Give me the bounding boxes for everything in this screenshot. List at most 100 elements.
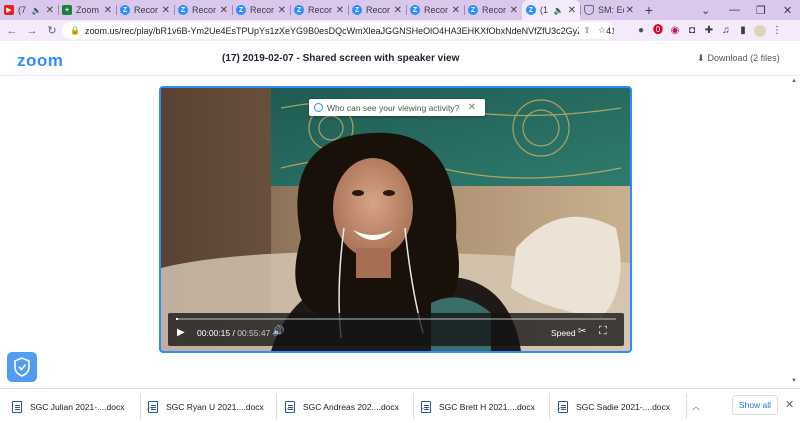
word-doc-icon [558,400,568,413]
download-bar: Show all ✕ SGC Julian 2021-....docx ︿ SGC … [0,388,800,423]
new-tab-button[interactable]: + [638,0,660,20]
download-separator [276,394,277,419]
speed-button[interactable]: Speed [551,328,576,338]
menu-kebab-icon[interactable]: ⋮ [771,25,783,37]
tab-close-icon[interactable]: ✕ [452,5,460,16]
zoom-icon: Z [410,5,420,15]
tab-label: Recor [250,5,275,15]
scroll-down-arrow[interactable]: ▼ [791,378,797,384]
chevron-up-icon[interactable]: ︿ [692,401,700,412]
download-item[interactable]: SGC Brett H 2021....docx ︿ [421,389,565,423]
extensions-bar: ● ⓿ ◉ ◘ ✚ ♫ ▮ ⋮ [630,20,783,41]
volume-icon[interactable]: 🔊 [272,326,284,337]
fullscreen-icon[interactable]: ⛶ [599,325,607,338]
show-all-button[interactable]: Show all [732,395,778,415]
download-filename: SGC Julian 2021-....docx [30,401,125,412]
download-button[interactable]: ⬇ Download (2 files) [697,53,780,64]
back-icon[interactable]: ← [4,25,20,37]
tab-close-icon[interactable]: ✕ [104,5,112,16]
tab-label: Zoom [76,5,100,15]
download-item[interactable]: SGC Sadie 2021-....docx ︿ [558,389,700,423]
download-filename: SGC Brett H 2021....docx [439,401,535,412]
zoom-logo[interactable]: zoom [17,51,63,71]
url-text: zoom.us/rec/play/bR1v6B-Ym2Ue4EsTPUpYs1z… [84,25,614,36]
browser-tab[interactable]: Z Recor ✕ [290,0,348,20]
media-control-icon[interactable]: ♫ [720,25,732,37]
progress-bar[interactable] [176,318,616,320]
word-doc-icon [285,400,295,413]
side-panel-icon[interactable]: ▮ [737,25,749,37]
tab-close-icon[interactable]: ✕ [626,5,634,16]
browser-tab[interactable]: SM: Ec✕ [580,0,638,20]
extension-camera-icon[interactable]: ◉ [669,25,681,37]
tab-label: Recor [366,5,391,15]
tab-close-icon[interactable]: ✕ [336,5,344,16]
reload-icon[interactable]: ↻ [44,24,60,37]
browser-tab[interactable]: + Zoom ✕ [58,0,116,20]
page-header: zoom (17) 2019-02-07 - Shared screen wit… [0,41,800,76]
video-player[interactable]: Who can see your viewing activity? ✕ ▶ 0… [159,86,632,353]
viewer-info-icon [314,103,323,112]
browser-tab[interactable]: Z Recor ✕ [232,0,290,20]
lock-icon[interactable]: 🔒 [70,26,80,35]
tab-label: (7 [18,5,27,15]
download-item[interactable]: SGC Andreas 202....docx ︿ [285,389,429,423]
tab-label: Recor [482,5,507,15]
bookmark-star-icon[interactable]: ☆ [598,25,606,36]
tab-label: Recor [192,5,217,15]
zoom-icon: Z [236,5,246,15]
tab-strip: ▶ (7 🔈 ✕ + Zoom ✕ Z Recor ✕ Z Recor ✕ Z Recor ✕ Z Recor ✕ Z… [0,0,800,20]
download-separator [686,394,687,419]
word-doc-icon [148,400,158,413]
tooltip-close-icon[interactable]: ✕ [468,102,476,113]
minimize-icon[interactable]: — [729,0,740,20]
browser-tab[interactable]: Z Recor ✕ [348,0,406,20]
settings-scissors-icon[interactable]: ✂ [578,326,586,337]
download-filename: SGC Sadie 2021-....docx [576,401,671,412]
restore-icon[interactable]: ❐ [756,0,766,20]
word-doc-icon [421,400,431,413]
tab-close-icon[interactable]: ✕ [278,5,286,16]
browser-tab[interactable]: ▶ (7 🔈 ✕ [0,0,58,20]
tab-close-icon[interactable]: ✕ [510,5,518,16]
window-close-icon[interactable]: ✕ [783,0,792,20]
address-bar[interactable]: 🔒 zoom.us/rec/play/bR1v6B-Ym2Ue4EsTPUpYs… [62,22,614,39]
forward-icon[interactable]: → [24,25,40,37]
download-item[interactable]: SGC Julian 2021-....docx ︿ [12,389,155,423]
download-item[interactable]: SGC Ryan U 2021....docx ︿ [148,389,294,423]
progress-fill [176,318,178,320]
tab-audio-icon[interactable]: 🔈 [554,6,564,15]
download-filename: SGC Andreas 202....docx [303,401,399,412]
tab-label: Recor [134,5,159,15]
tab-label: Recor [424,5,449,15]
tab-close-icon[interactable]: ✕ [220,5,228,16]
tab-close-icon[interactable]: ✕ [568,5,576,16]
tab-close-icon[interactable]: ✕ [162,5,170,16]
download-separator [413,394,414,419]
browser-tab[interactable]: Z (1 🔈 ✕ [522,0,580,20]
tab-close-icon[interactable]: ✕ [394,5,402,16]
tab-close-icon[interactable]: ✕ [46,5,54,16]
browser-tab[interactable]: Z Recor ✕ [116,0,174,20]
shield-icon[interactable] [7,352,37,382]
share-icon[interactable]: ⇪ [583,25,591,36]
word-doc-icon [12,400,22,413]
extension-grammarly-icon[interactable]: ◘ [686,25,698,37]
scroll-up-arrow[interactable]: ▲ [791,78,797,84]
browser-tab[interactable]: Z Recor ✕ [406,0,464,20]
browser-tab[interactable]: Z Recor ✕ [174,0,232,20]
extension-pinterest-icon[interactable]: ⓿ [652,25,664,37]
video-frame-image [161,88,630,351]
viewing-activity-tooltip[interactable]: Who can see your viewing activity? ✕ [309,99,485,116]
extensions-puzzle-icon[interactable]: ✚ [703,25,715,37]
tab-label: SM: Ec [598,5,624,15]
profile-avatar[interactable] [754,24,766,37]
play-icon[interactable]: ▶ [177,327,185,338]
zoom-icon: Z [468,5,478,15]
tab-audio-icon[interactable]: 🔈 [32,6,42,15]
tab-search-icon[interactable]: ⌄ [701,0,710,20]
extension-lightbulb-icon[interactable]: ● [635,25,647,37]
browser-tab[interactable]: Z Recor ✕ [464,0,522,20]
download-bar-close-icon[interactable]: ✕ [785,398,794,411]
sheets-icon: + [62,5,72,15]
